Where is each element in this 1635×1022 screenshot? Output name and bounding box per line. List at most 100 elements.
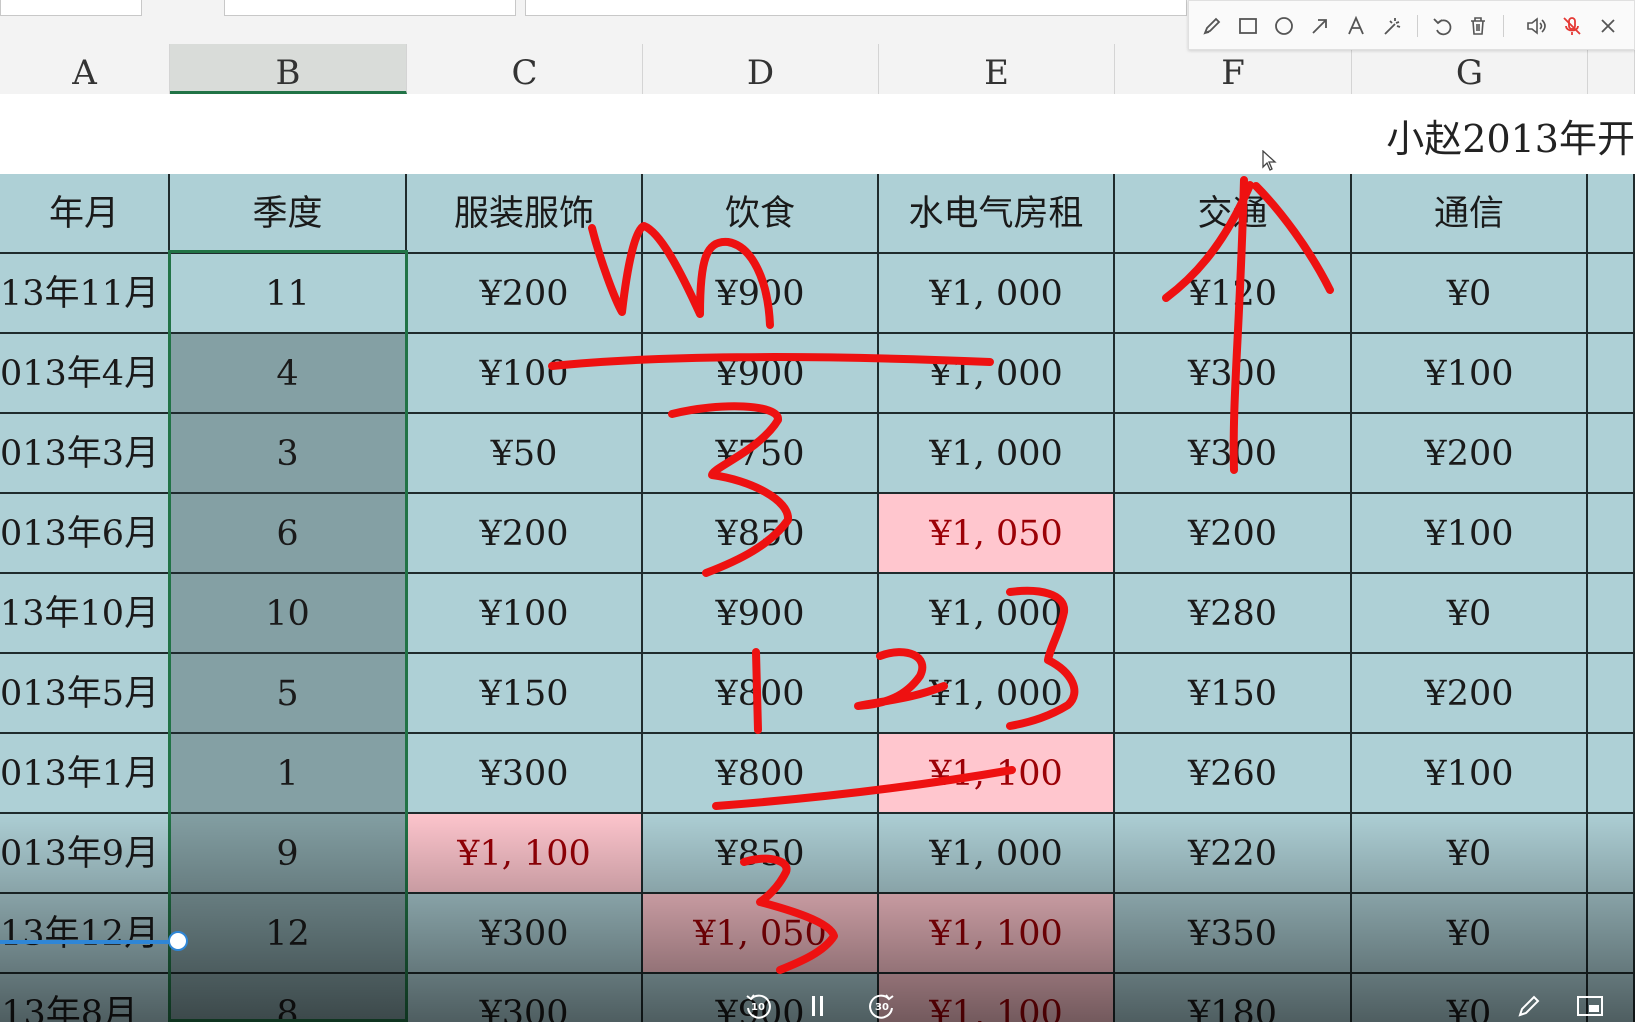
cell-month[interactable]: 13年10月 xyxy=(0,574,170,654)
cell-food[interactable]: ¥800 xyxy=(643,654,879,734)
cell-quarter[interactable]: 10 xyxy=(170,574,407,654)
close-icon[interactable] xyxy=(1593,11,1623,41)
text-icon[interactable] xyxy=(1341,11,1371,41)
cell-month[interactable]: 013年4月 xyxy=(0,334,170,414)
cell-month[interactable]: 013年5月 xyxy=(0,654,170,734)
cell-food[interactable]: ¥800 xyxy=(643,734,879,814)
column-header-b[interactable]: B xyxy=(170,44,407,94)
column-header-e[interactable]: E xyxy=(879,44,1115,94)
cell-quarter[interactable]: 6 xyxy=(170,494,407,574)
cell-quarter[interactable]: 1 xyxy=(170,734,407,814)
cell-transport[interactable]: ¥150 xyxy=(1115,654,1352,734)
formula-input[interactable] xyxy=(525,0,1187,16)
cell-utilities-highlighted[interactable]: ¥1, 100 xyxy=(879,894,1115,974)
cell-transport[interactable]: ¥120 xyxy=(1115,254,1352,334)
cell-next[interactable] xyxy=(1588,654,1635,734)
forward-30-button[interactable]: 30 xyxy=(862,990,902,1022)
cell-communication[interactable]: ¥0 xyxy=(1352,894,1588,974)
cell-month[interactable]: 13年12月 xyxy=(0,894,170,974)
arrow-icon[interactable] xyxy=(1305,11,1335,41)
cell-clothing[interactable]: ¥200 xyxy=(407,254,643,334)
cell-month[interactable]: 013年1月 xyxy=(0,734,170,814)
cell-food[interactable]: ¥900 xyxy=(643,574,879,654)
cell-month[interactable]: 013年6月 xyxy=(0,494,170,574)
cell-food[interactable]: ¥900 xyxy=(643,334,879,414)
cell-transport[interactable]: ¥220 xyxy=(1115,814,1352,894)
header-cell-next[interactable] xyxy=(1588,174,1635,254)
cell-communication[interactable]: ¥100 xyxy=(1352,334,1588,414)
cell-food[interactable]: ¥750 xyxy=(643,414,879,494)
cell-utilities[interactable]: ¥1, 000 xyxy=(879,334,1115,414)
cell-clothing[interactable]: ¥150 xyxy=(407,654,643,734)
cell-month[interactable]: 13年11月 xyxy=(0,254,170,334)
header-cell-month[interactable]: 年月 xyxy=(0,174,170,254)
cell-clothing[interactable]: ¥100 xyxy=(407,334,643,414)
header-cell-quarter[interactable]: 季度 xyxy=(170,174,407,254)
cell-month[interactable]: 013年9月 xyxy=(0,814,170,894)
cell-quarter[interactable]: 11 xyxy=(170,254,407,334)
mic-muted-icon[interactable] xyxy=(1557,11,1587,41)
cell-food-highlighted[interactable]: ¥1, 050 xyxy=(643,894,879,974)
cell-clothing-highlighted[interactable]: ¥1, 100 xyxy=(407,814,643,894)
column-header-c[interactable]: C xyxy=(407,44,643,94)
cell-quarter[interactable]: 4 xyxy=(170,334,407,414)
cell-transport[interactable]: ¥260 xyxy=(1115,734,1352,814)
rewind-10-button[interactable]: 10 xyxy=(738,990,778,1022)
cell-utilities[interactable]: ¥1, 000 xyxy=(879,254,1115,334)
cell-food[interactable]: ¥900 xyxy=(643,254,879,334)
cell-next[interactable] xyxy=(1588,254,1635,334)
header-cell-clothing[interactable]: 服装服饰 xyxy=(407,174,643,254)
header-cell-utilities[interactable]: 水电气房租 xyxy=(879,174,1115,254)
column-header-g[interactable]: G xyxy=(1352,44,1588,94)
cell-quarter[interactable]: 5 xyxy=(170,654,407,734)
sheet-title-row[interactable]: 小赵2013年开 xyxy=(0,94,1635,174)
cell-utilities[interactable]: ¥1, 000 xyxy=(879,574,1115,654)
column-header-f[interactable]: F xyxy=(1115,44,1352,94)
cell-food[interactable]: ¥850 xyxy=(643,494,879,574)
column-header-d[interactable]: D xyxy=(643,44,879,94)
header-cell-transport[interactable]: 交通 xyxy=(1115,174,1352,254)
trash-icon[interactable] xyxy=(1463,11,1493,41)
annotate-button[interactable] xyxy=(1512,990,1546,1022)
undo-icon[interactable] xyxy=(1427,11,1457,41)
cell-communication[interactable]: ¥0 xyxy=(1352,814,1588,894)
cell-month[interactable]: 013年3月 xyxy=(0,414,170,494)
cell-utilities-highlighted[interactable]: ¥1, 100 xyxy=(879,734,1115,814)
cell-clothing[interactable]: ¥200 xyxy=(407,494,643,574)
cell-communication[interactable]: ¥200 xyxy=(1352,654,1588,734)
cell-communication[interactable]: ¥0 xyxy=(1352,574,1588,654)
spreadsheet-grid[interactable]: 年月 季度 服装服饰 饮食 水电气房租 交通 通信 13年11月 11 ¥200… xyxy=(0,174,1635,1022)
name-box[interactable] xyxy=(0,0,142,16)
cell-utilities[interactable]: ¥1, 000 xyxy=(879,414,1115,494)
cell-next[interactable] xyxy=(1588,414,1635,494)
header-cell-communication[interactable]: 通信 xyxy=(1352,174,1588,254)
header-cell-food[interactable]: 饮食 xyxy=(643,174,879,254)
cell-next[interactable] xyxy=(1588,334,1635,414)
speaker-icon[interactable] xyxy=(1521,11,1551,41)
cell-transport[interactable]: ¥200 xyxy=(1115,494,1352,574)
cell-transport[interactable]: ¥280 xyxy=(1115,574,1352,654)
cell-communication[interactable]: ¥100 xyxy=(1352,734,1588,814)
cell-next[interactable] xyxy=(1588,494,1635,574)
cell-quarter[interactable]: 9 xyxy=(170,814,407,894)
cell-next[interactable] xyxy=(1588,574,1635,654)
function-box[interactable] xyxy=(224,0,516,16)
cell-utilities[interactable]: ¥1, 000 xyxy=(879,814,1115,894)
cell-clothing[interactable]: ¥50 xyxy=(407,414,643,494)
cell-utilities[interactable]: ¥1, 000 xyxy=(879,654,1115,734)
cell-clothing[interactable]: ¥100 xyxy=(407,574,643,654)
circle-icon[interactable] xyxy=(1269,11,1299,41)
cell-transport[interactable]: ¥350 xyxy=(1115,894,1352,974)
cell-communication[interactable]: ¥200 xyxy=(1352,414,1588,494)
video-progress-handle[interactable] xyxy=(168,931,188,951)
column-header-a[interactable]: A xyxy=(0,44,170,94)
pause-button[interactable] xyxy=(806,990,830,1022)
cell-quarter[interactable]: 3 xyxy=(170,414,407,494)
cell-quarter[interactable]: 12 xyxy=(170,894,407,974)
cell-communication[interactable]: ¥0 xyxy=(1352,254,1588,334)
cell-transport[interactable]: ¥300 xyxy=(1115,414,1352,494)
video-progress-bar[interactable] xyxy=(0,940,180,944)
pencil-icon[interactable] xyxy=(1197,11,1227,41)
cell-clothing[interactable]: ¥300 xyxy=(407,894,643,974)
magic-wand-icon[interactable] xyxy=(1377,11,1407,41)
